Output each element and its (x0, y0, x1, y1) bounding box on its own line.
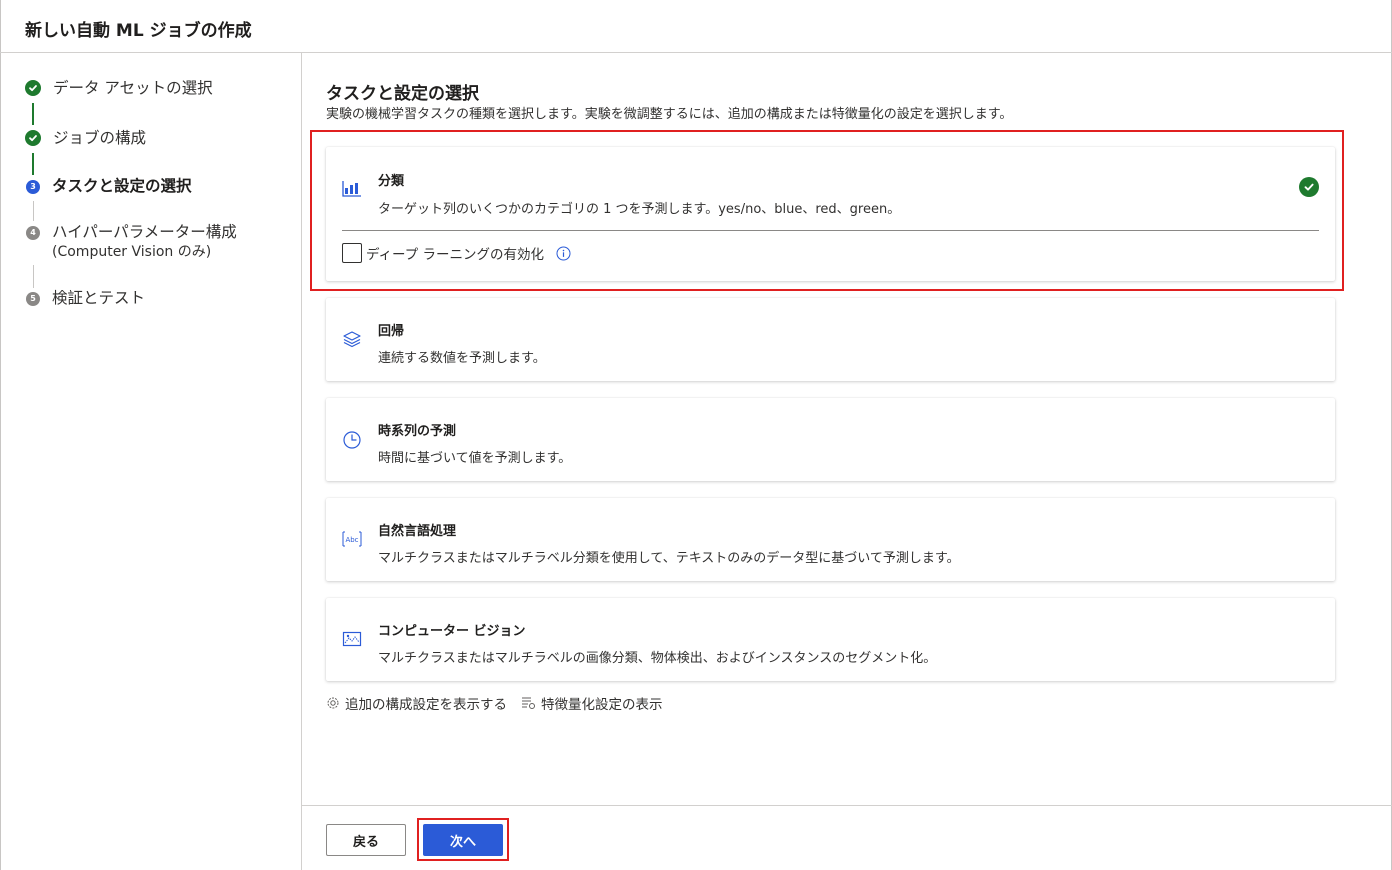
section-description: 実験の機械学習タスクの種類を選択します。実験を微調整するには、追加の構成または特… (326, 107, 1013, 122)
task-name: 分類 (378, 174, 405, 189)
step-connector (32, 103, 34, 125)
task-card-classification[interactable]: 分類 ターゲット列のいくつかのカテゴリの 1 つを予測します。yes/no、bl… (326, 147, 1335, 281)
featurization-link-label: 特徴量化設定の表示 (541, 697, 663, 713)
additional-config-link[interactable]: 追加の構成設定を表示する (326, 693, 507, 713)
deep-learning-label: ディープ ラーニングの有効化 (366, 247, 545, 263)
task-description: マルチクラスまたはマルチラベルの画像分類、物体検出、およびインスタンスのセグメン… (378, 651, 937, 666)
step-label: 検証とテスト (52, 289, 146, 307)
task-card-forecasting[interactable]: 時系列の予測 時間に基づいて値を予測します。 (326, 398, 1335, 481)
step-label: ジョブの構成 (53, 129, 147, 147)
page-title: 新しい自動 ML ジョブの作成 (25, 21, 252, 41)
settings-links: 追加の構成設定を表示する 特徴量化設定の表示 (326, 693, 663, 713)
deep-learning-checkbox[interactable] (342, 243, 362, 263)
step-label-main: ハイパーパラメーター構成 (52, 223, 237, 241)
step-label-sub: (Computer Vision のみ) (52, 244, 212, 260)
task-card-nlp[interactable]: Abc 自然言語処理 マルチクラスまたはマルチラベル分類を使用して、テキストのみ… (326, 498, 1335, 581)
task-description: マルチクラスまたはマルチラベル分類を使用して、テキストのみのデータ型に基づいて予… (378, 551, 960, 566)
additional-config-link-label: 追加の構成設定を表示する (345, 697, 507, 713)
card-divider (342, 230, 1319, 231)
task-description: ターゲット列のいくつかのカテゴリの 1 つを予測します。yes/no、blue、… (378, 202, 901, 217)
wizard-footer: 戻る 次へ (302, 805, 1392, 870)
step-validation[interactable]: 5 検証とテスト (25, 288, 145, 309)
text-abc-icon: Abc (342, 531, 362, 547)
step-connector (33, 201, 34, 221)
task-description: 連続する数値を予測します。 (378, 351, 546, 366)
check-circle-icon (25, 130, 41, 146)
step-job-config[interactable]: ジョブの構成 (25, 128, 146, 149)
task-card-regression[interactable]: 回帰 連続する数値を予測します。 (326, 298, 1335, 381)
task-name: 自然言語処理 (378, 524, 457, 539)
deep-learning-option: ディープ ラーニングの有効化 (342, 243, 571, 263)
step-number-badge: 4 (26, 226, 40, 240)
step-label: ハイパーパラメーター構成 (Computer Vision のみ) (52, 222, 237, 262)
step-label: タスクと設定の選択 (52, 177, 192, 195)
step-number-badge: 5 (26, 292, 40, 306)
task-name: 時系列の予測 (378, 424, 457, 439)
check-circle-icon (25, 80, 41, 96)
list-settings-icon (522, 697, 535, 709)
page-header: 新しい自動 ML ジョブの作成 (0, 0, 1392, 53)
step-hyperparameters[interactable]: 4 ハイパーパラメーター構成 (Computer Vision のみ) (25, 222, 237, 262)
step-label: データ アセットの選択 (53, 79, 213, 97)
task-name: コンピューター ビジョン (378, 624, 526, 639)
image-icon (342, 631, 362, 647)
clock-icon (343, 431, 361, 449)
next-button[interactable]: 次へ (423, 824, 503, 856)
step-connector (32, 153, 34, 175)
back-button[interactable]: 戻る (326, 824, 406, 856)
selected-check-icon (1299, 177, 1319, 197)
section-title: タスクと設定の選択 (326, 84, 479, 104)
step-number-badge: 3 (26, 180, 40, 194)
task-name: 回帰 (378, 324, 405, 339)
task-description: 時間に基づいて値を予測します。 (378, 451, 572, 466)
step-task-settings[interactable]: 3 タスクと設定の選択 (25, 176, 192, 197)
main-content: タスクと設定の選択 実験の機械学習タスクの種類を選択します。実験を微調整するには… (302, 53, 1392, 805)
step-connector (33, 265, 34, 288)
wizard-steps-sidebar: データ アセットの選択 ジョブの構成 3 タスクと設定の選択 4 ハイパーパラメ… (0, 53, 302, 870)
bar-chart-icon (342, 181, 361, 197)
step-data-asset[interactable]: データ アセットの選択 (25, 78, 213, 99)
gear-icon (327, 697, 339, 709)
svg-text:Abc: Abc (345, 536, 358, 544)
layers-icon (343, 331, 361, 348)
featurization-link[interactable]: 特徴量化設定の表示 (521, 693, 663, 713)
task-card-computer-vision[interactable]: コンピューター ビジョン マルチクラスまたはマルチラベルの画像分類、物体検出、お… (326, 598, 1335, 681)
info-icon[interactable] (556, 246, 571, 261)
